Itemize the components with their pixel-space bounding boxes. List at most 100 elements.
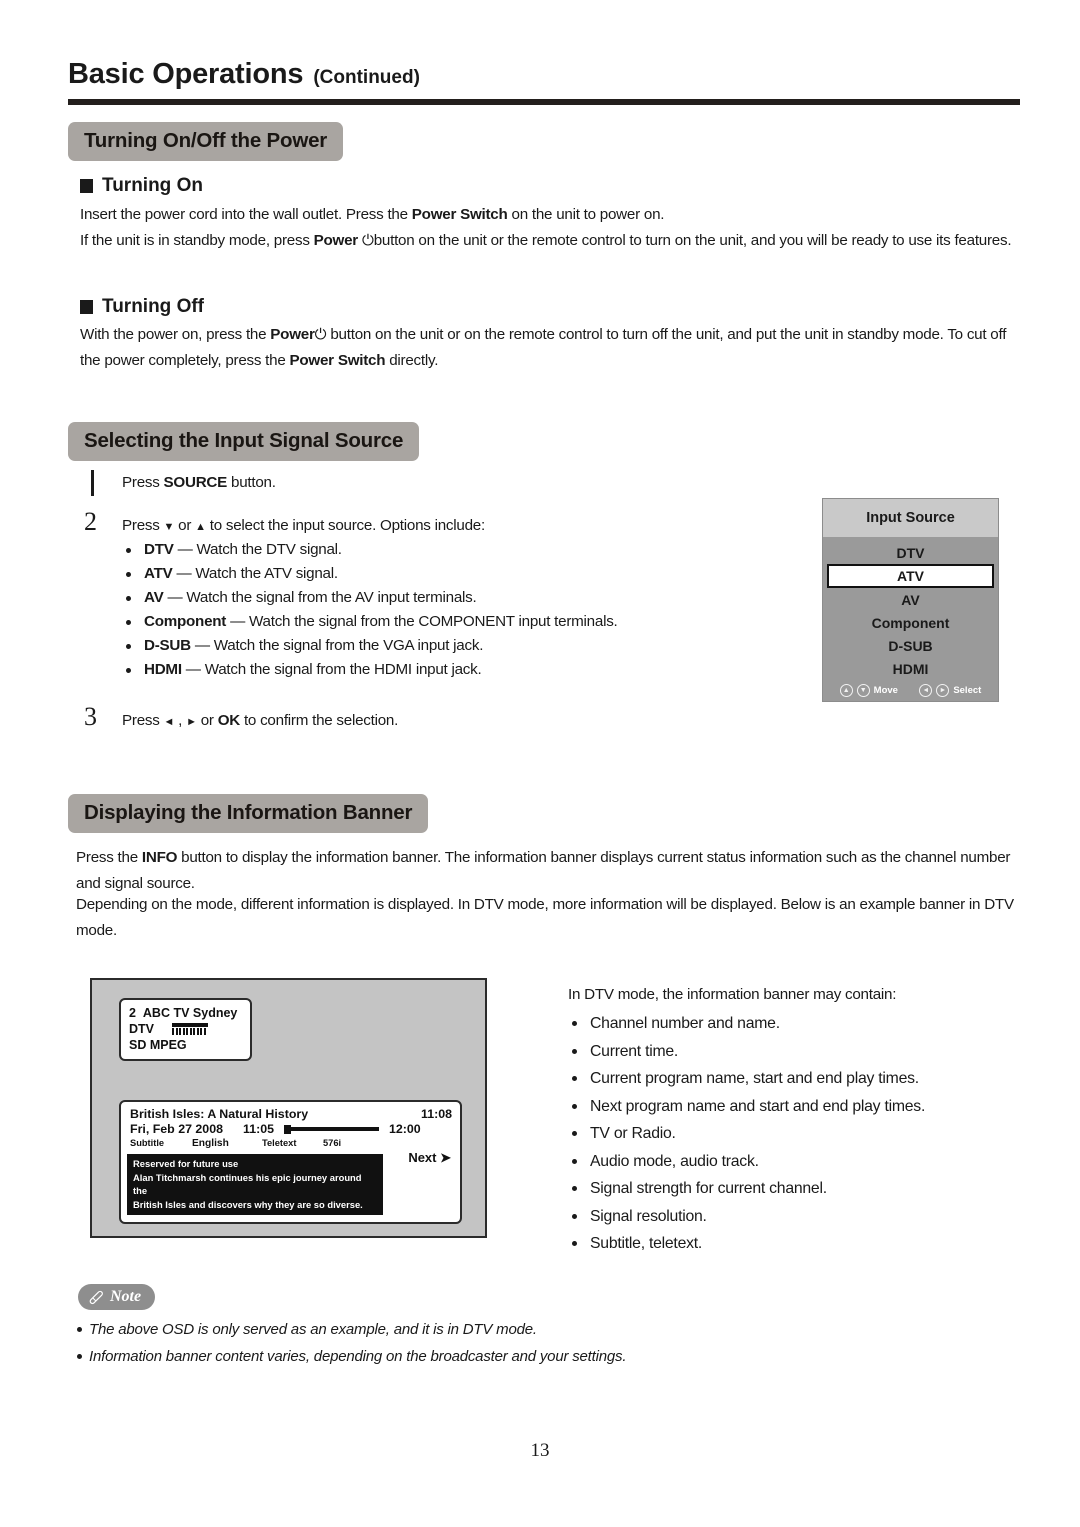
tv-progress-bar	[284, 1124, 379, 1134]
tv-tags-row: Subtitle English Teletext 576i	[130, 1138, 452, 1153]
osd-hint-move-label: Move	[873, 685, 898, 696]
option-name: ATV	[144, 565, 173, 582]
arrow-down-icon: ▼	[163, 521, 175, 533]
step-1-text: Press SOURCE button.	[122, 470, 682, 496]
section-heading-info-banner: Displaying the Information Banner	[68, 794, 429, 833]
step-1-part-c: button.	[227, 474, 276, 491]
note-label: Note	[110, 1288, 142, 1305]
tv-start-time: 11:05	[242, 1122, 274, 1136]
tv-channel-box: 2 ABC TV Sydney DTV SD MPEG	[119, 998, 252, 1061]
step-3-part-a: Press	[122, 712, 164, 729]
step-number-2: 2	[84, 507, 97, 536]
osd-title: Input Source	[823, 499, 998, 537]
subheading-turning-off-label: Turning Off	[102, 296, 205, 317]
list-item: Subtitle, teletext.	[568, 1230, 925, 1258]
tv-tag-resolution: 576i	[323, 1138, 342, 1148]
step-2-intro-b: to select the input source. Options incl…	[205, 517, 485, 534]
tv-description-line-1: Reserved for future use	[133, 1158, 239, 1169]
bullet-square-icon	[80, 179, 93, 193]
option-desc: — Watch the signal from the AV input ter…	[163, 589, 477, 606]
section-heading-input-source: Selecting the Input Signal Source	[68, 422, 420, 461]
power-symbol-icon: ⏻	[314, 326, 327, 343]
signal-strength-bar	[172, 1022, 208, 1027]
tv-info-box: British Isles: A Natural History 11:08 F…	[119, 1100, 462, 1224]
note-item: The above OSD is only served as an examp…	[76, 1316, 976, 1343]
tv-progress-knob	[284, 1124, 291, 1134]
tv-program-title: British Isles: A Natural History	[130, 1107, 309, 1121]
tv-description-box: Reserved for future use Alan Titchmarsh …	[127, 1154, 383, 1215]
turning-on-p1-part-a: Insert the power cord into the wall outl…	[80, 206, 412, 223]
manual-page: Basic Operations (Continued) Turning On/…	[0, 0, 1080, 1527]
step-1-part-a: Press	[122, 474, 164, 491]
step-1-bold: SOURCE	[163, 474, 228, 491]
osd-footer: ▲ ▼ Move ◄ ► Select	[823, 684, 998, 697]
tv-tag-teletext: Teletext	[262, 1138, 297, 1148]
list-item: ATV — Watch the ATV signal.	[122, 562, 618, 586]
tv-description-line-3: British Isles and discovers why they are…	[133, 1198, 363, 1210]
step-2-or: or	[174, 517, 196, 534]
key-right-icon: ►	[936, 684, 950, 697]
osd-item-hdmi[interactable]: HDMI	[823, 657, 998, 680]
tv-next-button[interactable]: Next ➤	[408, 1150, 451, 1166]
dtv-contents-intro: In DTV mode, the information banner may …	[568, 986, 897, 1003]
option-desc: — Watch the DTV signal.	[173, 541, 342, 558]
tv-schedule-row: Fri, Feb 27 2008 11:05 12:00	[130, 1122, 452, 1136]
section-heading-power: Turning On/Off the Power	[68, 122, 344, 161]
subheading-turning-on: Turning On	[80, 175, 203, 197]
turning-on-p2-part-c: button on the unit or the remote control…	[373, 232, 1012, 249]
list-item: Signal strength for current channel.	[568, 1175, 925, 1203]
tv-progress-line	[291, 1127, 379, 1131]
tv-channel-name: ABC TV Sydney	[142, 1006, 238, 1020]
osd-item-av[interactable]: AV	[823, 588, 998, 611]
osd-item-dsub[interactable]: D-SUB	[823, 634, 998, 657]
subheading-turning-off: Turning Off	[80, 296, 204, 318]
arrow-up-icon: ▲	[195, 521, 206, 533]
osd-item-component[interactable]: Component	[823, 611, 998, 634]
option-name: HDMI	[144, 661, 182, 678]
step-3-comma: ,	[174, 712, 187, 729]
header-divider	[68, 99, 1020, 105]
turning-on-p2-bold: Power	[313, 232, 359, 249]
osd-input-source-menu: Input Source DTV ATV AV Component D-SUB …	[822, 498, 999, 702]
turning-on-paragraph-1: Insert the power cord into the wall outl…	[80, 202, 1020, 228]
osd-item-dtv[interactable]: DTV	[823, 541, 998, 564]
page-number: 13	[530, 1440, 550, 1461]
step-3-ok-bold: OK	[217, 712, 241, 729]
list-item: Current time.	[568, 1038, 925, 1066]
turning-off-part-e: directly.	[385, 352, 439, 369]
tv-mode-label: DTV	[129, 1022, 154, 1036]
list-item: TV or Radio.	[568, 1120, 925, 1148]
step-3-part-b: to confirm the selection.	[239, 712, 399, 729]
page-title-main: Basic Operations	[68, 58, 304, 90]
osd-hint-select: ◄ ► Select	[919, 684, 981, 697]
tv-description-line-2: Alan Titchmarsh continues his epic journ…	[133, 1171, 362, 1197]
input-source-options-list: DTV — Watch the DTV signal. ATV — Watch …	[122, 538, 618, 682]
list-item: D-SUB — Watch the signal from the VGA in…	[122, 634, 618, 658]
tv-mode-signal-row: DTV	[129, 1021, 242, 1037]
osd-item-list: DTV ATV AV Component D-SUB HDMI	[823, 537, 998, 680]
info-banner-paragraph-2: Depending on the mode, different informa…	[76, 896, 1014, 939]
info-banner-paragraph-1: Press the INFO button to display the inf…	[76, 845, 1022, 897]
page-header: Basic Operations (Continued)	[68, 58, 1020, 91]
option-desc: — Watch the ATV signal.	[172, 565, 338, 582]
option-name: AV	[144, 589, 164, 606]
info-p1-part-a: Press the	[76, 849, 142, 866]
turning-off-part-a: With the power on, press the	[80, 326, 271, 343]
note-list: The above OSD is only served as an examp…	[76, 1316, 976, 1370]
list-item: Channel number and name.	[568, 1010, 925, 1038]
list-item: HDMI — Watch the signal from the HDMI in…	[122, 658, 618, 682]
list-item: Current program name, start and end play…	[568, 1065, 925, 1093]
tv-tag-subtitle: Subtitle	[130, 1138, 165, 1148]
step-number-3: 3	[84, 702, 97, 731]
power-symbol-icon: ⏻	[361, 232, 374, 249]
page-title-sub: (Continued)	[313, 67, 420, 88]
info-p1-bold: INFO	[141, 849, 178, 866]
osd-item-atv[interactable]: ATV	[827, 564, 994, 588]
osd-hint-move: ▲ ▼ Move	[839, 684, 898, 697]
tv-end-time: 12:00	[389, 1122, 421, 1136]
signal-strength-ticks	[172, 1028, 206, 1035]
tv-tag-language: English	[192, 1138, 229, 1149]
step-2-intro-a: Press	[122, 517, 164, 534]
tv-program-row: British Isles: A Natural History 11:08	[130, 1107, 452, 1121]
tv-format-label: SD MPEG	[129, 1038, 187, 1052]
